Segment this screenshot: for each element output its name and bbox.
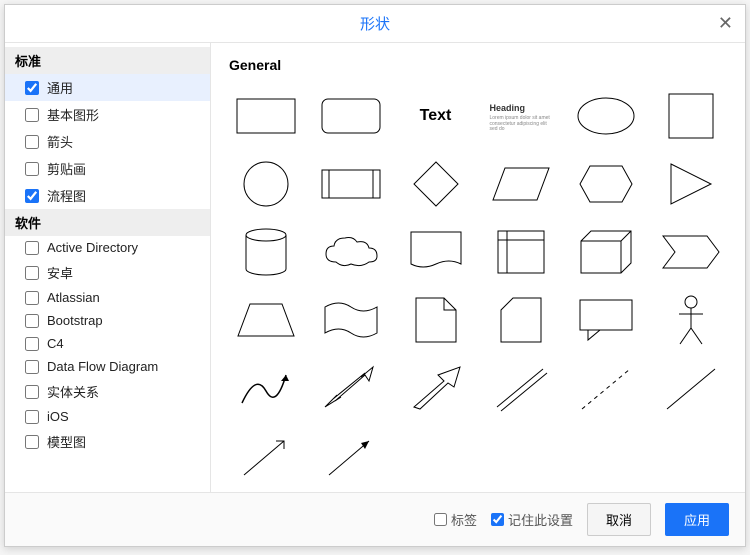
shape-trapezoid[interactable] — [227, 289, 304, 351]
shape-step[interactable] — [652, 221, 729, 283]
category-label: Data Flow Diagram — [47, 359, 158, 374]
shape-triangle[interactable] — [652, 153, 729, 215]
shape-tape[interactable] — [312, 289, 389, 351]
category-label: Bootstrap — [47, 313, 103, 328]
shape-line[interactable] — [652, 357, 729, 419]
shape-parallelogram[interactable] — [482, 153, 559, 215]
shape-dashed-line[interactable] — [567, 357, 644, 419]
shape-grid: Text HeadingLorem ipsum dolor sit amet c… — [227, 85, 729, 487]
category-checkbox[interactable] — [25, 360, 39, 374]
category-item[interactable]: 基本图形 — [5, 101, 210, 128]
category-checkbox[interactable] — [25, 291, 39, 305]
shape-preview-panel[interactable]: General Text HeadingLorem ipsum dolor si… — [211, 43, 745, 492]
category-checkbox[interactable] — [25, 162, 39, 176]
category-label: 模型图 — [47, 432, 86, 451]
category-sidebar[interactable]: 标准通用基本图形箭头剪贴画流程图软件 Active Directory 安卓 Atla… — [5, 43, 211, 492]
shape-card[interactable] — [482, 289, 559, 351]
shape-curve[interactable] — [227, 357, 304, 419]
shapes-dialog: 形状 ✕ 标准通用基本图形箭头剪贴画流程图软件 Active Directory 安… — [4, 4, 746, 547]
category-label: Active Directory — [47, 240, 138, 255]
category-label: Atlassian — [47, 290, 100, 305]
shape-document[interactable] — [397, 221, 474, 283]
apply-button[interactable]: 应用 — [665, 503, 729, 536]
shape-link[interactable] — [482, 357, 559, 419]
shape-bidirectional-arrow[interactable] — [312, 357, 389, 419]
shape-internal-storage[interactable] — [482, 221, 559, 283]
category-label: 通用 — [47, 78, 73, 97]
category-item[interactable]: 模型图 — [5, 428, 210, 455]
shape-circle[interactable] — [227, 153, 304, 215]
category-item[interactable]: Atlassian — [5, 286, 210, 309]
shape-callout[interactable] — [567, 289, 644, 351]
category-item[interactable]: 实体关系 — [5, 378, 210, 405]
category-label: 剪贴画 — [47, 159, 86, 178]
close-icon: ✕ — [718, 13, 733, 33]
category-label: C4 — [47, 336, 64, 351]
shape-directional-arrow[interactable] — [397, 357, 474, 419]
category-checkbox[interactable] — [25, 189, 39, 203]
category-checkbox[interactable] — [25, 337, 39, 351]
shape-rectangle[interactable] — [227, 85, 304, 147]
category-checkbox[interactable] — [25, 385, 39, 399]
dialog-header: 形状 ✕ — [5, 5, 745, 43]
shape-rounded-rectangle[interactable] — [312, 85, 389, 147]
dialog-footer: 标签 记住此设置 取消 应用 — [5, 492, 745, 546]
cancel-button[interactable]: 取消 — [587, 503, 651, 536]
shape-process[interactable] — [312, 153, 389, 215]
close-button[interactable]: ✕ — [718, 13, 733, 34]
category-checkbox[interactable] — [25, 435, 39, 449]
category-label: 流程图 — [47, 186, 86, 205]
category-checkbox[interactable] — [25, 108, 39, 122]
category-item[interactable]: Data Flow Diagram — [5, 355, 210, 378]
shape-square[interactable] — [652, 85, 729, 147]
shape-diamond[interactable] — [397, 153, 474, 215]
section-title: General — [229, 57, 729, 73]
dialog-body: 标准通用基本图形箭头剪贴画流程图软件 Active Directory 安卓 Atla… — [5, 43, 745, 492]
remember-checkbox[interactable] — [491, 513, 504, 526]
dialog-title: 形状 — [360, 16, 390, 33]
category-item[interactable]: iOS — [5, 405, 210, 428]
labels-checkbox-label: 标签 — [451, 510, 477, 529]
category-item[interactable]: 通用 — [5, 74, 210, 101]
category-item[interactable]: 流程图 — [5, 182, 210, 209]
category-item[interactable]: Bootstrap — [5, 309, 210, 332]
category-checkbox[interactable] — [25, 410, 39, 424]
remember-checkbox-wrap[interactable]: 记住此设置 — [491, 510, 573, 529]
category-item[interactable]: 安卓 — [5, 259, 210, 286]
category-label: 基本图形 — [47, 105, 99, 124]
category-item[interactable]: 剪贴画 — [5, 155, 210, 182]
shape-heading[interactable]: HeadingLorem ipsum dolor sit amet consec… — [482, 85, 559, 147]
shape-hexagon[interactable] — [567, 153, 644, 215]
labels-checkbox-wrap[interactable]: 标签 — [434, 510, 477, 529]
category-checkbox[interactable] — [25, 314, 39, 328]
shape-cylinder[interactable] — [227, 221, 304, 283]
category-item[interactable]: 箭头 — [5, 128, 210, 155]
category-item[interactable]: Active Directory — [5, 236, 210, 259]
shape-arrow-2[interactable] — [312, 425, 389, 487]
category-group-header: 软件 — [5, 209, 210, 236]
shape-cloud[interactable] — [312, 221, 389, 283]
category-label: 箭头 — [47, 132, 73, 151]
remember-checkbox-label: 记住此设置 — [508, 510, 573, 529]
labels-checkbox[interactable] — [434, 513, 447, 526]
category-group-header: 标准 — [5, 47, 210, 74]
category-checkbox[interactable] — [25, 241, 39, 255]
shape-arrow-1[interactable] — [227, 425, 304, 487]
shape-text[interactable]: Text — [397, 85, 474, 147]
category-label: 安卓 — [47, 263, 73, 282]
category-item[interactable]: C4 — [5, 332, 210, 355]
shape-actor[interactable] — [652, 289, 729, 351]
shape-cube[interactable] — [567, 221, 644, 283]
category-checkbox[interactable] — [25, 135, 39, 149]
category-checkbox[interactable] — [25, 81, 39, 95]
shape-note[interactable] — [397, 289, 474, 351]
category-label: iOS — [47, 409, 69, 424]
category-checkbox[interactable] — [25, 266, 39, 280]
shape-ellipse[interactable] — [567, 85, 644, 147]
category-label: 实体关系 — [47, 382, 99, 401]
